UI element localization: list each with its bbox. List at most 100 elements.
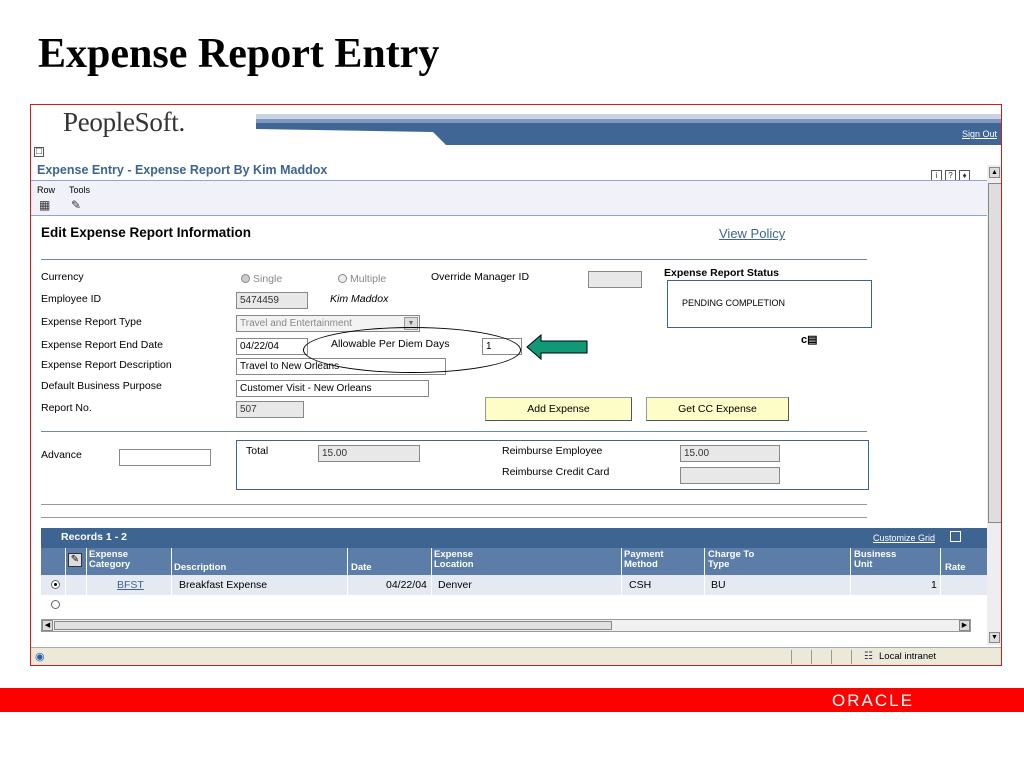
- row-select-radio[interactable]: [51, 600, 60, 609]
- zone-label: Local intranet: [879, 651, 937, 662]
- ie-page-icon: ◉: [35, 651, 45, 663]
- col-category-line2: Category: [89, 559, 131, 570]
- grid-header: ✎ Expense Category Description Date Expen…: [41, 548, 998, 575]
- currency-single-label: Single: [253, 273, 283, 285]
- grid-divider: [621, 548, 622, 620]
- table-row[interactable]: [41, 595, 998, 615]
- grid-row-icon[interactable]: ▦: [39, 198, 50, 212]
- status-divider: [811, 650, 812, 664]
- annotation-ellipse: [303, 327, 521, 373]
- scroll-down-icon[interactable]: ▼: [989, 632, 1000, 643]
- grid-maximize-icon[interactable]: [950, 531, 961, 542]
- total-field: 15.00: [318, 445, 420, 462]
- status-box: PENDING COMPLETION: [667, 280, 872, 328]
- page-heading: Expense Entry - Expense Report By Kim Ma…: [37, 163, 328, 177]
- sign-out-link[interactable]: Sign Out: [962, 129, 997, 139]
- cell-location: Denver: [438, 579, 472, 591]
- vertical-scrollbar[interactable]: ▲ ▼: [987, 165, 1001, 645]
- cell-payment: CSH: [629, 579, 652, 591]
- grid-title-bar: Records 1 - 2 Customize Grid: [41, 528, 998, 548]
- add-expense-button[interactable]: Add Expense: [485, 397, 632, 421]
- edit-icon[interactable]: ✎: [68, 553, 82, 567]
- slide-title: Expense Report Entry: [38, 31, 440, 77]
- new-window-icon[interactable]: □: [34, 147, 44, 157]
- currency-multiple-label: Multiple: [350, 273, 387, 285]
- reimburse-employee-label: Reimburse Employee: [502, 445, 603, 457]
- grid-divider: [940, 548, 941, 620]
- status-divider: [851, 650, 852, 664]
- scroll-up-icon[interactable]: ▲: [989, 167, 1000, 178]
- reimburse-employee-field: 15.00: [680, 445, 780, 462]
- currency-multiple-radio[interactable]: Multiple: [338, 273, 386, 285]
- intranet-icon: ☷: [864, 651, 873, 662]
- col-description[interactable]: Description: [174, 563, 226, 573]
- employee-name: Kim Maddox: [330, 293, 389, 305]
- scroll-left-icon[interactable]: ◀: [42, 620, 53, 631]
- currency-single-radio[interactable]: Single: [241, 273, 282, 285]
- report-type-value: Travel and Entertainment: [240, 318, 352, 329]
- totals-divider: [41, 431, 867, 432]
- col-date[interactable]: Date: [351, 563, 372, 573]
- col-location[interactable]: Expense Location: [434, 550, 474, 570]
- grid-divider: [850, 548, 851, 620]
- description-label: Expense Report Description: [41, 359, 172, 371]
- annotation-arrow-icon: [526, 333, 588, 361]
- tools-icon[interactable]: ✎: [71, 198, 81, 212]
- cell-description: Breakfast Expense: [179, 579, 268, 591]
- status-value: PENDING COMPLETION: [682, 298, 786, 308]
- end-date-label: Expense Report End Date: [41, 339, 163, 351]
- records-count: Records 1 - 2: [61, 531, 127, 543]
- status-divider: [831, 650, 832, 664]
- col-category[interactable]: Expense Category: [89, 550, 130, 570]
- cell-charge: BU: [711, 579, 726, 591]
- toolbar: Row Tools ▦ ✎: [31, 180, 987, 216]
- report-no-field[interactable]: 507: [236, 401, 304, 418]
- col-charge-line2: Type: [708, 559, 730, 570]
- advance-field[interactable]: [119, 449, 211, 466]
- col-bu-line2: Unit: [854, 559, 873, 570]
- reimburse-cc-label: Reimburse Credit Card: [502, 466, 610, 478]
- currency-label: Currency: [41, 271, 84, 283]
- scroll-right-icon[interactable]: ▶: [959, 620, 970, 631]
- vertical-scroll-thumb[interactable]: [988, 183, 1001, 523]
- tools-menu-label[interactable]: Tools: [69, 185, 90, 195]
- section-divider: [41, 259, 867, 260]
- browser-window: PeopleSoft. Sign Out □ Expense Entry - E…: [30, 104, 1002, 666]
- report-type-label: Expense Report Type: [41, 316, 142, 328]
- row-select-radio[interactable]: [51, 580, 60, 589]
- advance-label: Advance: [41, 449, 82, 461]
- table-row[interactable]: BFST Breakfast Expense 04/22/04 Denver C…: [41, 575, 998, 595]
- divider-1: [41, 504, 867, 505]
- purpose-label: Default Business Purpose: [41, 380, 162, 392]
- col-rate[interactable]: Rate: [945, 563, 966, 573]
- customize-grid-link[interactable]: Customize Grid: [873, 533, 935, 543]
- col-payment[interactable]: Payment Method: [624, 550, 664, 570]
- report-no-label: Report No.: [41, 402, 92, 414]
- col-charge[interactable]: Charge To Type: [708, 550, 754, 570]
- grid-divider: [86, 548, 87, 620]
- override-manager-field[interactable]: [588, 271, 642, 288]
- section-title: Edit Expense Report Information: [41, 225, 252, 240]
- purpose-field[interactable]: Customer Visit - New Orleans: [236, 380, 429, 397]
- row-menu-label[interactable]: Row: [37, 185, 55, 195]
- employee-id-label: Employee ID: [41, 293, 102, 305]
- cell-date: 04/22/04: [386, 579, 427, 591]
- grid-divider: [171, 548, 172, 620]
- oracle-logo: ORACLE: [832, 691, 914, 710]
- grid-divider: [65, 548, 66, 620]
- view-policy-link[interactable]: View Policy: [719, 226, 785, 241]
- end-date-field[interactable]: 04/22/04: [236, 338, 308, 355]
- col-business-unit[interactable]: Business Unit: [854, 550, 896, 570]
- horizontal-scroll-thumb[interactable]: [54, 621, 612, 630]
- browser-status-bar: ◉ ☷ Local intranet: [31, 647, 1001, 665]
- override-manager-label: Override Manager ID: [431, 271, 530, 283]
- cell-category[interactable]: BFST: [117, 579, 144, 591]
- col-payment-line2: Method: [624, 559, 658, 570]
- col-location-line2: Location: [434, 559, 474, 570]
- get-cc-expense-button[interactable]: Get CC Expense: [646, 397, 789, 421]
- employee-id-field[interactable]: 5474459: [236, 292, 308, 309]
- reimburse-cc-field: [680, 467, 780, 484]
- grid-divider: [704, 548, 705, 620]
- horizontal-scrollbar[interactable]: ◀ ▶: [41, 619, 971, 632]
- calculate-icon[interactable]: c▤: [801, 333, 818, 346]
